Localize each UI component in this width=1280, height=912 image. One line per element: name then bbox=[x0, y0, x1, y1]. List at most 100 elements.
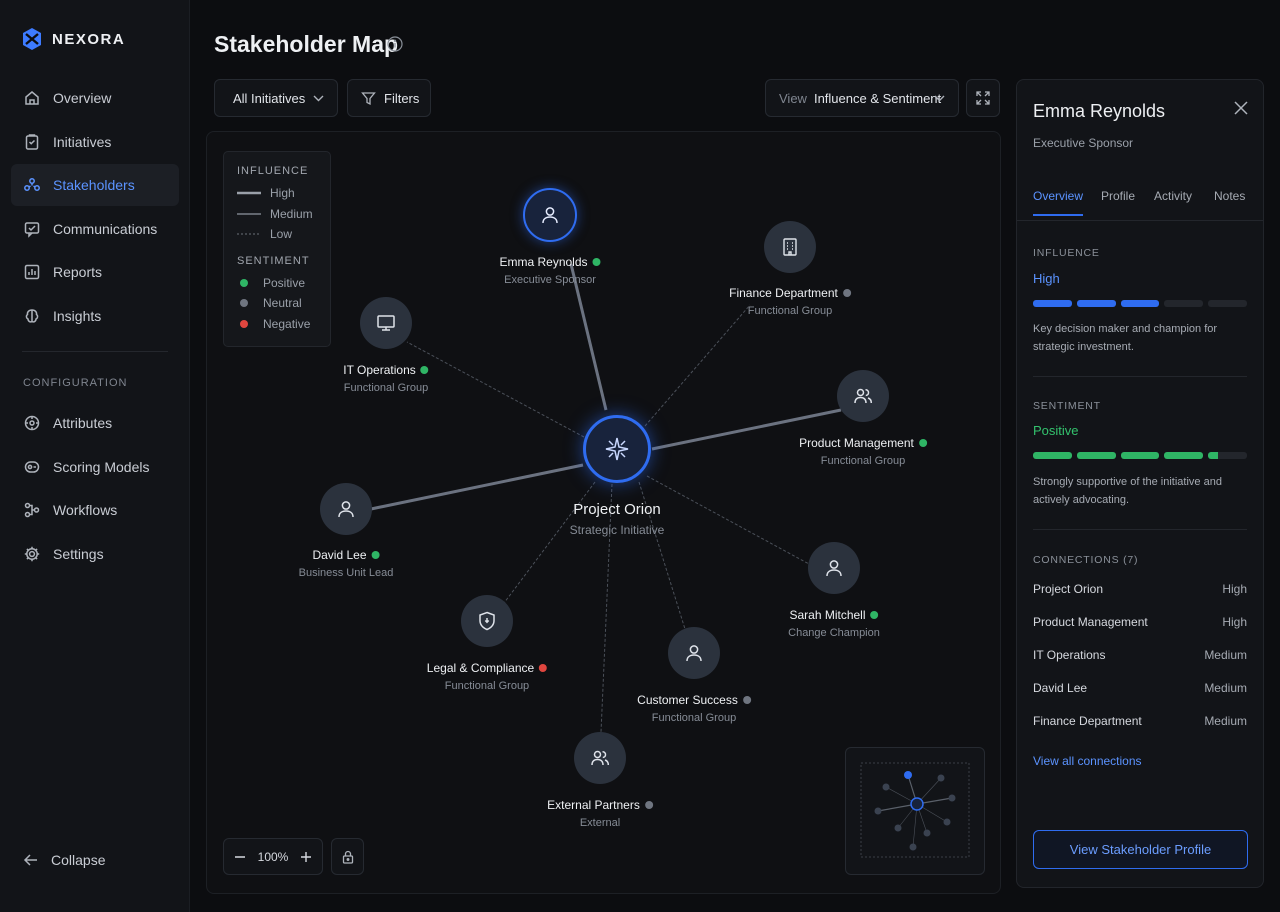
sidebar-item-settings[interactable]: Settings bbox=[11, 533, 179, 575]
collapse-button[interactable]: Collapse bbox=[23, 852, 105, 868]
view-select-value: Influence & Sentiment bbox=[813, 90, 942, 106]
node-name: Legal & Compliance bbox=[426, 661, 535, 675]
project-orion-node[interactable] bbox=[583, 415, 651, 483]
influence-value: High bbox=[1033, 271, 1060, 286]
sidebar-item-insights[interactable]: Insights bbox=[11, 295, 179, 337]
stakeholder-map-canvas[interactable]: INFLUENCE High Medium Low SENTIMENT Posi… bbox=[206, 131, 1001, 894]
initiative-select-value: All Initiatives bbox=[233, 90, 306, 106]
connection-level: Medium bbox=[1204, 648, 1247, 662]
node-name: Finance Department bbox=[729, 286, 838, 300]
meter-segment bbox=[1033, 452, 1072, 459]
sidebar-item-overview[interactable]: Overview bbox=[11, 77, 179, 119]
stakeholder-node-external-partners[interactable] bbox=[574, 732, 626, 784]
node-label-emma-reynolds: Emma Reynolds Executive Sponsor bbox=[499, 255, 601, 286]
node-subtitle: Functional Group bbox=[820, 455, 906, 467]
node-label-finance-department: Finance Department Functional Group bbox=[729, 286, 851, 317]
main-nav: Overview Initiatives Stakeholders Commun… bbox=[11, 77, 179, 339]
line-medium-icon bbox=[237, 213, 261, 215]
tag-icon bbox=[24, 415, 40, 431]
map-legend: INFLUENCE High Medium Low SENTIMENT Posi… bbox=[223, 151, 331, 347]
stakeholder-node-product-management[interactable] bbox=[837, 370, 889, 422]
legend-item-neutral: Neutral bbox=[237, 293, 317, 314]
node-label-david-lee: David Lee Business Unit Lead bbox=[299, 548, 394, 579]
building-icon bbox=[783, 238, 797, 256]
legend-label: Medium bbox=[270, 206, 313, 221]
collapse-label: Collapse bbox=[51, 852, 106, 868]
info-icon[interactable] bbox=[387, 36, 403, 52]
meter-segment bbox=[1076, 300, 1116, 307]
tab-notes[interactable]: Notes bbox=[1214, 189, 1245, 214]
sidebar-item-scoring-models[interactable]: Scoring Models bbox=[11, 446, 179, 488]
filters-button[interactable]: Filters bbox=[347, 79, 431, 117]
stakeholder-node-customer-success[interactable] bbox=[668, 627, 720, 679]
close-icon[interactable] bbox=[1234, 101, 1248, 115]
node-subtitle: Business Unit Lead bbox=[298, 567, 394, 579]
stakeholder-node-sarah-mitchell[interactable] bbox=[808, 542, 860, 594]
sidebar-item-communications[interactable]: Communications bbox=[11, 208, 179, 250]
connection-row[interactable]: Finance Department Medium bbox=[1033, 714, 1247, 728]
node-name: Sarah Mitchell bbox=[789, 608, 866, 622]
view-stakeholder-profile-button[interactable]: View Stakeholder Profile bbox=[1033, 830, 1248, 869]
stakeholder-node-finance-department[interactable] bbox=[764, 221, 816, 273]
page-title: Stakeholder Map bbox=[214, 31, 399, 57]
meter-segment bbox=[1208, 452, 1247, 459]
stakeholder-name: Emma Reynolds bbox=[1033, 101, 1166, 121]
sidebar-item-stakeholders[interactable]: Stakeholders bbox=[11, 164, 179, 207]
node-label-legal-compliance: Legal & Compliance Functional Group bbox=[426, 661, 548, 692]
neutral-dot-icon bbox=[240, 299, 248, 308]
neutral-sentiment-dot bbox=[742, 696, 751, 704]
view-all-connections-link[interactable]: View all connections bbox=[1033, 754, 1142, 768]
neutral-sentiment-dot bbox=[644, 801, 653, 809]
sidebar-item-initiatives[interactable]: Initiatives bbox=[11, 121, 179, 163]
meter-segment bbox=[1164, 300, 1204, 307]
legend-label: Low bbox=[270, 227, 293, 242]
node-subtitle: Change Champion bbox=[788, 627, 880, 639]
stakeholder-node-legal-compliance[interactable] bbox=[461, 595, 513, 647]
stakeholder-node-emma-reynolds[interactable] bbox=[523, 188, 577, 242]
nav-section-label: CONFIGURATION bbox=[23, 377, 128, 389]
sentiment-value: Positive bbox=[1033, 423, 1079, 438]
fullscreen-button[interactable] bbox=[966, 79, 1000, 117]
gear-icon bbox=[24, 546, 40, 561]
tab-activity[interactable]: Activity bbox=[1154, 189, 1192, 214]
view-select[interactable]: View Influence & Sentiment bbox=[765, 79, 959, 117]
connection-level: Medium bbox=[1204, 681, 1247, 695]
panel-tabs: Overview Profile Activity Notes bbox=[1017, 187, 1263, 221]
arrow-left-icon bbox=[23, 854, 37, 866]
connection-row[interactable]: Project Orion High bbox=[1033, 582, 1247, 596]
node-subtitle: Functional Group bbox=[343, 382, 429, 394]
lock-layout-button[interactable] bbox=[331, 838, 364, 875]
legend-sentiment-heading: SENTIMENT bbox=[237, 254, 310, 267]
minimap[interactable] bbox=[845, 747, 985, 875]
stakeholder-node-it-operations[interactable] bbox=[360, 297, 412, 349]
initiative-select[interactable]: All Initiatives bbox=[214, 79, 338, 117]
zoom-out-icon[interactable] bbox=[234, 851, 246, 863]
panel-divider bbox=[1033, 529, 1247, 530]
connection-row[interactable]: Product Management High bbox=[1033, 615, 1247, 629]
node-name: David Lee bbox=[312, 548, 367, 562]
zoom-controls: 100% bbox=[223, 838, 323, 875]
brand[interactable]: NEXORA bbox=[22, 27, 125, 51]
tab-profile[interactable]: Profile bbox=[1101, 189, 1135, 214]
node-name: Customer Success bbox=[637, 693, 738, 707]
connection-level: Medium bbox=[1204, 714, 1247, 728]
connection-row[interactable]: David Lee Medium bbox=[1033, 681, 1247, 695]
sidebar-item-workflows[interactable]: Workflows bbox=[11, 489, 179, 531]
influence-description: Key decision maker and champion for stra… bbox=[1033, 323, 1218, 353]
node-subtitle: Strategic Initiative bbox=[569, 523, 665, 537]
edge-finance-department bbox=[644, 304, 751, 427]
sidebar-item-attributes[interactable]: Attributes bbox=[11, 402, 179, 444]
sidebar-item-reports[interactable]: Reports bbox=[11, 251, 179, 293]
stakeholder-node-david-lee[interactable] bbox=[320, 483, 372, 535]
tab-overview[interactable]: Overview bbox=[1033, 189, 1084, 216]
connection-row[interactable]: IT Operations Medium bbox=[1033, 648, 1247, 662]
meter-segment bbox=[1120, 300, 1160, 307]
connection-name: David Lee bbox=[1033, 681, 1088, 695]
influence-meter bbox=[1033, 300, 1247, 307]
config-nav: Attributes Scoring Models Workflows Sett… bbox=[11, 402, 179, 576]
legend-label: Negative bbox=[263, 316, 311, 331]
zoom-in-icon[interactable] bbox=[300, 851, 312, 863]
connection-name: Product Management bbox=[1033, 615, 1148, 629]
connection-level: High bbox=[1222, 582, 1247, 596]
positive-sentiment-dot bbox=[592, 258, 601, 266]
